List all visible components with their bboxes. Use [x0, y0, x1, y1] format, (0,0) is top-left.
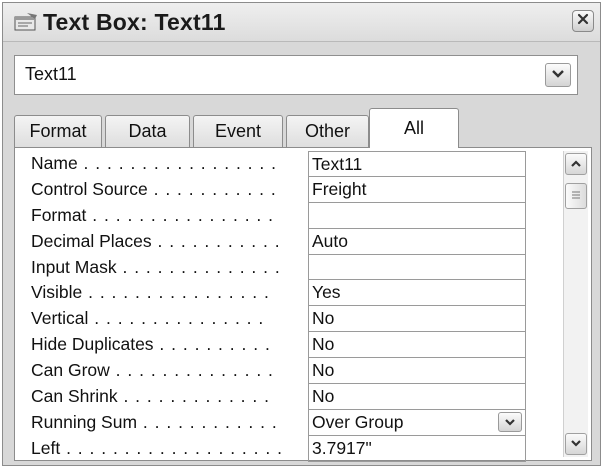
- tab-label: Format: [29, 121, 87, 141]
- property-sheet-icon: [13, 12, 39, 32]
- property-row[interactable]: Decimal Places . . . . . . . . . . . Aut…: [18, 228, 553, 255]
- property-label: Format . . . . . . . . . . . . . . . .: [31, 204, 275, 225]
- object-selector-dropdown-button[interactable]: [545, 63, 571, 87]
- property-value-field[interactable]: [308, 202, 526, 229]
- object-selector-combo[interactable]: Text11: [14, 55, 578, 95]
- property-row[interactable]: Control Source . . . . . . . . . . . Fre…: [18, 176, 553, 203]
- property-value-field[interactable]: Over Group: [308, 409, 526, 436]
- property-label: Control Source . . . . . . . . . . .: [31, 178, 277, 199]
- scroll-down-button[interactable]: [565, 433, 587, 455]
- scroll-up-button[interactable]: [565, 153, 587, 175]
- property-label: Hide Duplicates . . . . . . . . . .: [31, 334, 271, 355]
- property-label: Vertical . . . . . . . . . . . . . . .: [31, 308, 265, 329]
- vertical-scrollbar[interactable]: [563, 151, 588, 457]
- property-sheet-window: Text Box: Text11 Text11 Format Data Even…: [2, 2, 601, 466]
- property-value-field[interactable]: Auto: [308, 228, 526, 255]
- property-row[interactable]: Running Sum . . . . . . . . . . . . Over…: [18, 409, 553, 436]
- property-row[interactable]: Left . . . . . . . . . . . . . . . . . .…: [18, 435, 553, 462]
- object-selector-value: Text11: [25, 64, 77, 84]
- property-row[interactable]: Vertical . . . . . . . . . . . . . . . N…: [18, 306, 553, 333]
- property-value-text: Over Group: [312, 411, 404, 432]
- property-row[interactable]: Format . . . . . . . . . . . . . . . .: [18, 202, 553, 229]
- close-icon: [577, 12, 589, 30]
- chevron-down-icon: [570, 435, 582, 453]
- property-label: Can Shrink . . . . . . . . . . . . .: [31, 386, 270, 407]
- tab-other[interactable]: Other: [286, 115, 369, 147]
- property-list: Name . . . . . . . . . . . . . . . . . T…: [18, 151, 553, 462]
- property-label: Visible . . . . . . . . . . . . . . . .: [31, 282, 270, 303]
- property-value-field[interactable]: No: [308, 332, 526, 359]
- tab-label: Other: [304, 121, 351, 141]
- property-value-field[interactable]: Yes: [308, 280, 526, 307]
- scroll-thumb[interactable]: [565, 183, 587, 209]
- tab-data[interactable]: Data: [105, 115, 190, 147]
- property-label: Running Sum . . . . . . . . . . . .: [31, 411, 278, 432]
- chevron-up-icon: [570, 155, 582, 173]
- property-row[interactable]: Name . . . . . . . . . . . . . . . . . T…: [18, 151, 553, 177]
- tab-label: All: [403, 118, 424, 138]
- property-row[interactable]: Hide Duplicates . . . . . . . . . . No: [18, 332, 553, 359]
- title-bar[interactable]: Text Box: Text11: [3, 3, 600, 42]
- property-label: Left . . . . . . . . . . . . . . . . . .…: [31, 437, 283, 458]
- chevron-down-icon: [504, 409, 516, 434]
- tab-format[interactable]: Format: [14, 115, 102, 147]
- running-sum-dropdown-button[interactable]: [498, 409, 522, 434]
- property-value-field[interactable]: No: [308, 358, 526, 385]
- property-value-field[interactable]: 3.7917": [308, 435, 526, 462]
- property-row[interactable]: Can Shrink . . . . . . . . . . . . . No: [18, 384, 553, 410]
- tab-event[interactable]: Event: [193, 115, 283, 147]
- close-button[interactable]: [572, 10, 594, 32]
- property-value-field[interactable]: Freight: [308, 176, 526, 203]
- tab-label: Event: [214, 121, 262, 141]
- property-row[interactable]: Can Grow . . . . . . . . . . . . . . No: [18, 358, 553, 385]
- property-row[interactable]: Input Mask . . . . . . . . . . . . . .: [18, 254, 553, 281]
- grip-icon: [571, 187, 581, 205]
- property-label: Name . . . . . . . . . . . . . . . . .: [31, 153, 277, 173]
- tab-all[interactable]: All: [369, 108, 459, 148]
- chevron-down-icon: [551, 66, 565, 84]
- property-value-field[interactable]: No: [308, 306, 526, 333]
- property-label: Can Grow . . . . . . . . . . . . . .: [31, 360, 274, 381]
- property-value-field[interactable]: [308, 254, 526, 281]
- property-value-field[interactable]: Text11: [308, 151, 526, 177]
- property-value-field[interactable]: No: [308, 384, 526, 410]
- property-row[interactable]: Visible . . . . . . . . . . . . . . . . …: [18, 280, 553, 307]
- property-sheet-grid: Name . . . . . . . . . . . . . . . . . T…: [14, 147, 592, 462]
- tab-label: Data: [128, 121, 167, 141]
- window-title: Text Box: Text11: [43, 9, 226, 35]
- property-label: Decimal Places . . . . . . . . . . .: [31, 230, 281, 251]
- property-label: Input Mask . . . . . . . . . . . . . .: [31, 256, 281, 277]
